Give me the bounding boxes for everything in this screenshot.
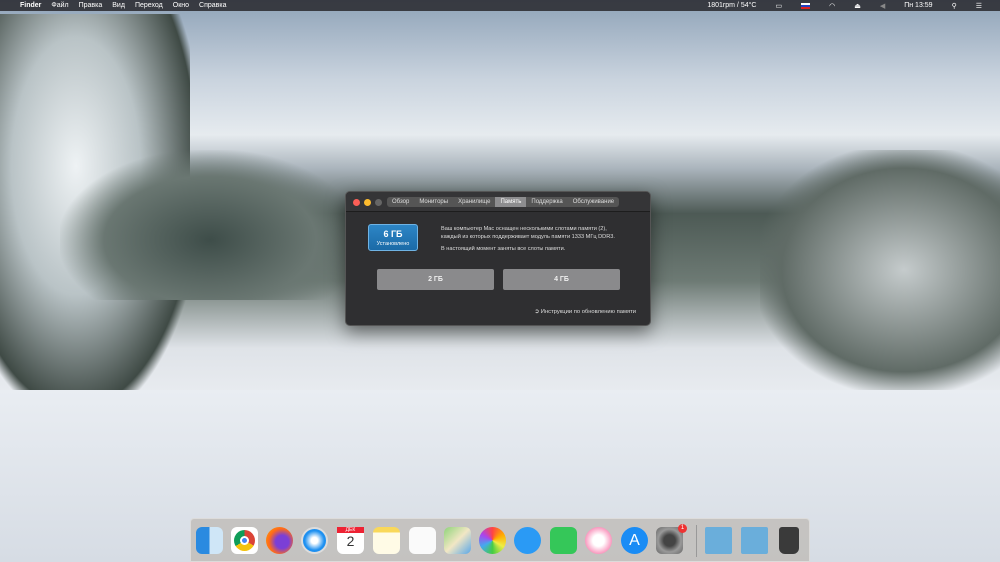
upgrade-link-label: Инструкции по обновлению памяти: [540, 309, 636, 315]
tab-support[interactable]: Поддержка: [526, 197, 567, 207]
notification-center-icon[interactable]: ☰: [976, 2, 982, 10]
upgrade-instructions-link[interactable]: ➲ Инструкции по обновлению памяти: [534, 309, 636, 315]
spotlight-icon[interactable]: ⚲: [952, 2, 957, 10]
memory-slot-1: 2 ГБ: [377, 269, 494, 290]
title-bar: Обзор Мониторы Хранилище Память Поддержк…: [346, 192, 650, 212]
input-flag-ru-icon[interactable]: [801, 2, 811, 9]
chrome-icon[interactable]: [231, 527, 258, 554]
safari-icon[interactable]: [301, 527, 328, 554]
about-this-mac-window: Обзор Мониторы Хранилище Память Поддержк…: [345, 191, 651, 326]
facetime-icon[interactable]: [550, 527, 577, 554]
menu-go[interactable]: Переход: [135, 2, 163, 9]
airplay-icon[interactable]: ▭: [775, 2, 782, 10]
menu-edit[interactable]: Правка: [79, 2, 103, 9]
installed-memory-badge: 6 ГБ Установлено: [368, 224, 418, 251]
eject-icon[interactable]: ⏏: [854, 2, 861, 10]
calendar-icon[interactable]: ДЕК 2: [337, 527, 364, 554]
fan-status[interactable]: 1801rpm / 54°C: [707, 2, 756, 9]
minimize-button[interactable]: [364, 199, 371, 206]
photos-icon[interactable]: [479, 527, 506, 554]
dock-separator: [696, 525, 697, 557]
system-preferences-icon[interactable]: 1: [656, 524, 687, 554]
installed-label: Установлено: [376, 241, 410, 247]
info-line: каждый из которых поддерживает модуль па…: [441, 234, 615, 240]
wallpaper-trees-right: [760, 150, 1000, 390]
menu-bar: Finder Файл Правка Вид Переход Окно Спра…: [0, 0, 1000, 11]
menu-view[interactable]: Вид: [112, 2, 125, 9]
dock: ДЕК 2 A 1: [190, 518, 810, 562]
firefox-icon[interactable]: [266, 527, 293, 554]
trash-icon[interactable]: [779, 527, 799, 554]
app-store-icon[interactable]: A: [621, 527, 648, 554]
downloads-folder-icon[interactable]: [741, 527, 768, 554]
tab-storage[interactable]: Хранилище: [453, 197, 495, 207]
memory-info: Ваш компьютер Mac оснащен несколькими сл…: [441, 225, 646, 253]
volume-icon[interactable]: ◀: [880, 2, 885, 10]
installed-amount: 6 ГБ: [383, 229, 403, 239]
finder-icon[interactable]: [196, 527, 223, 554]
messages-icon[interactable]: [514, 527, 541, 554]
tab-service[interactable]: Обслуживание: [568, 197, 619, 207]
zoom-button[interactable]: [375, 199, 382, 206]
info-line: В настоящий момент заняты все слоты памя…: [441, 246, 566, 252]
tab-memory[interactable]: Память: [495, 197, 527, 207]
close-button[interactable]: [353, 199, 360, 206]
menu-help[interactable]: Справка: [199, 2, 226, 9]
applications-folder-icon[interactable]: [705, 527, 732, 554]
wifi-icon[interactable]: ◠: [829, 2, 835, 10]
maps-icon[interactable]: [444, 527, 471, 554]
tab-displays[interactable]: Мониторы: [414, 197, 453, 207]
notes-icon[interactable]: [373, 527, 400, 554]
menu-file[interactable]: Файл: [51, 2, 68, 9]
menu-app-finder[interactable]: Finder: [20, 2, 41, 9]
notification-badge: 1: [678, 524, 687, 533]
calendar-day: 2: [346, 533, 355, 549]
itunes-icon[interactable]: [585, 527, 612, 554]
memory-slot-2: 4 ГБ: [503, 269, 620, 290]
wallpaper-forest: [60, 150, 360, 300]
clock[interactable]: Пн 13:59: [904, 2, 932, 9]
info-line: Ваш компьютер Mac оснащен несколькими сл…: [441, 226, 607, 232]
reminders-icon[interactable]: [409, 527, 436, 554]
tab-bar: Обзор Мониторы Хранилище Память Поддержк…: [387, 197, 620, 207]
menu-window[interactable]: Окно: [173, 2, 189, 9]
tab-overview[interactable]: Обзор: [387, 197, 414, 207]
